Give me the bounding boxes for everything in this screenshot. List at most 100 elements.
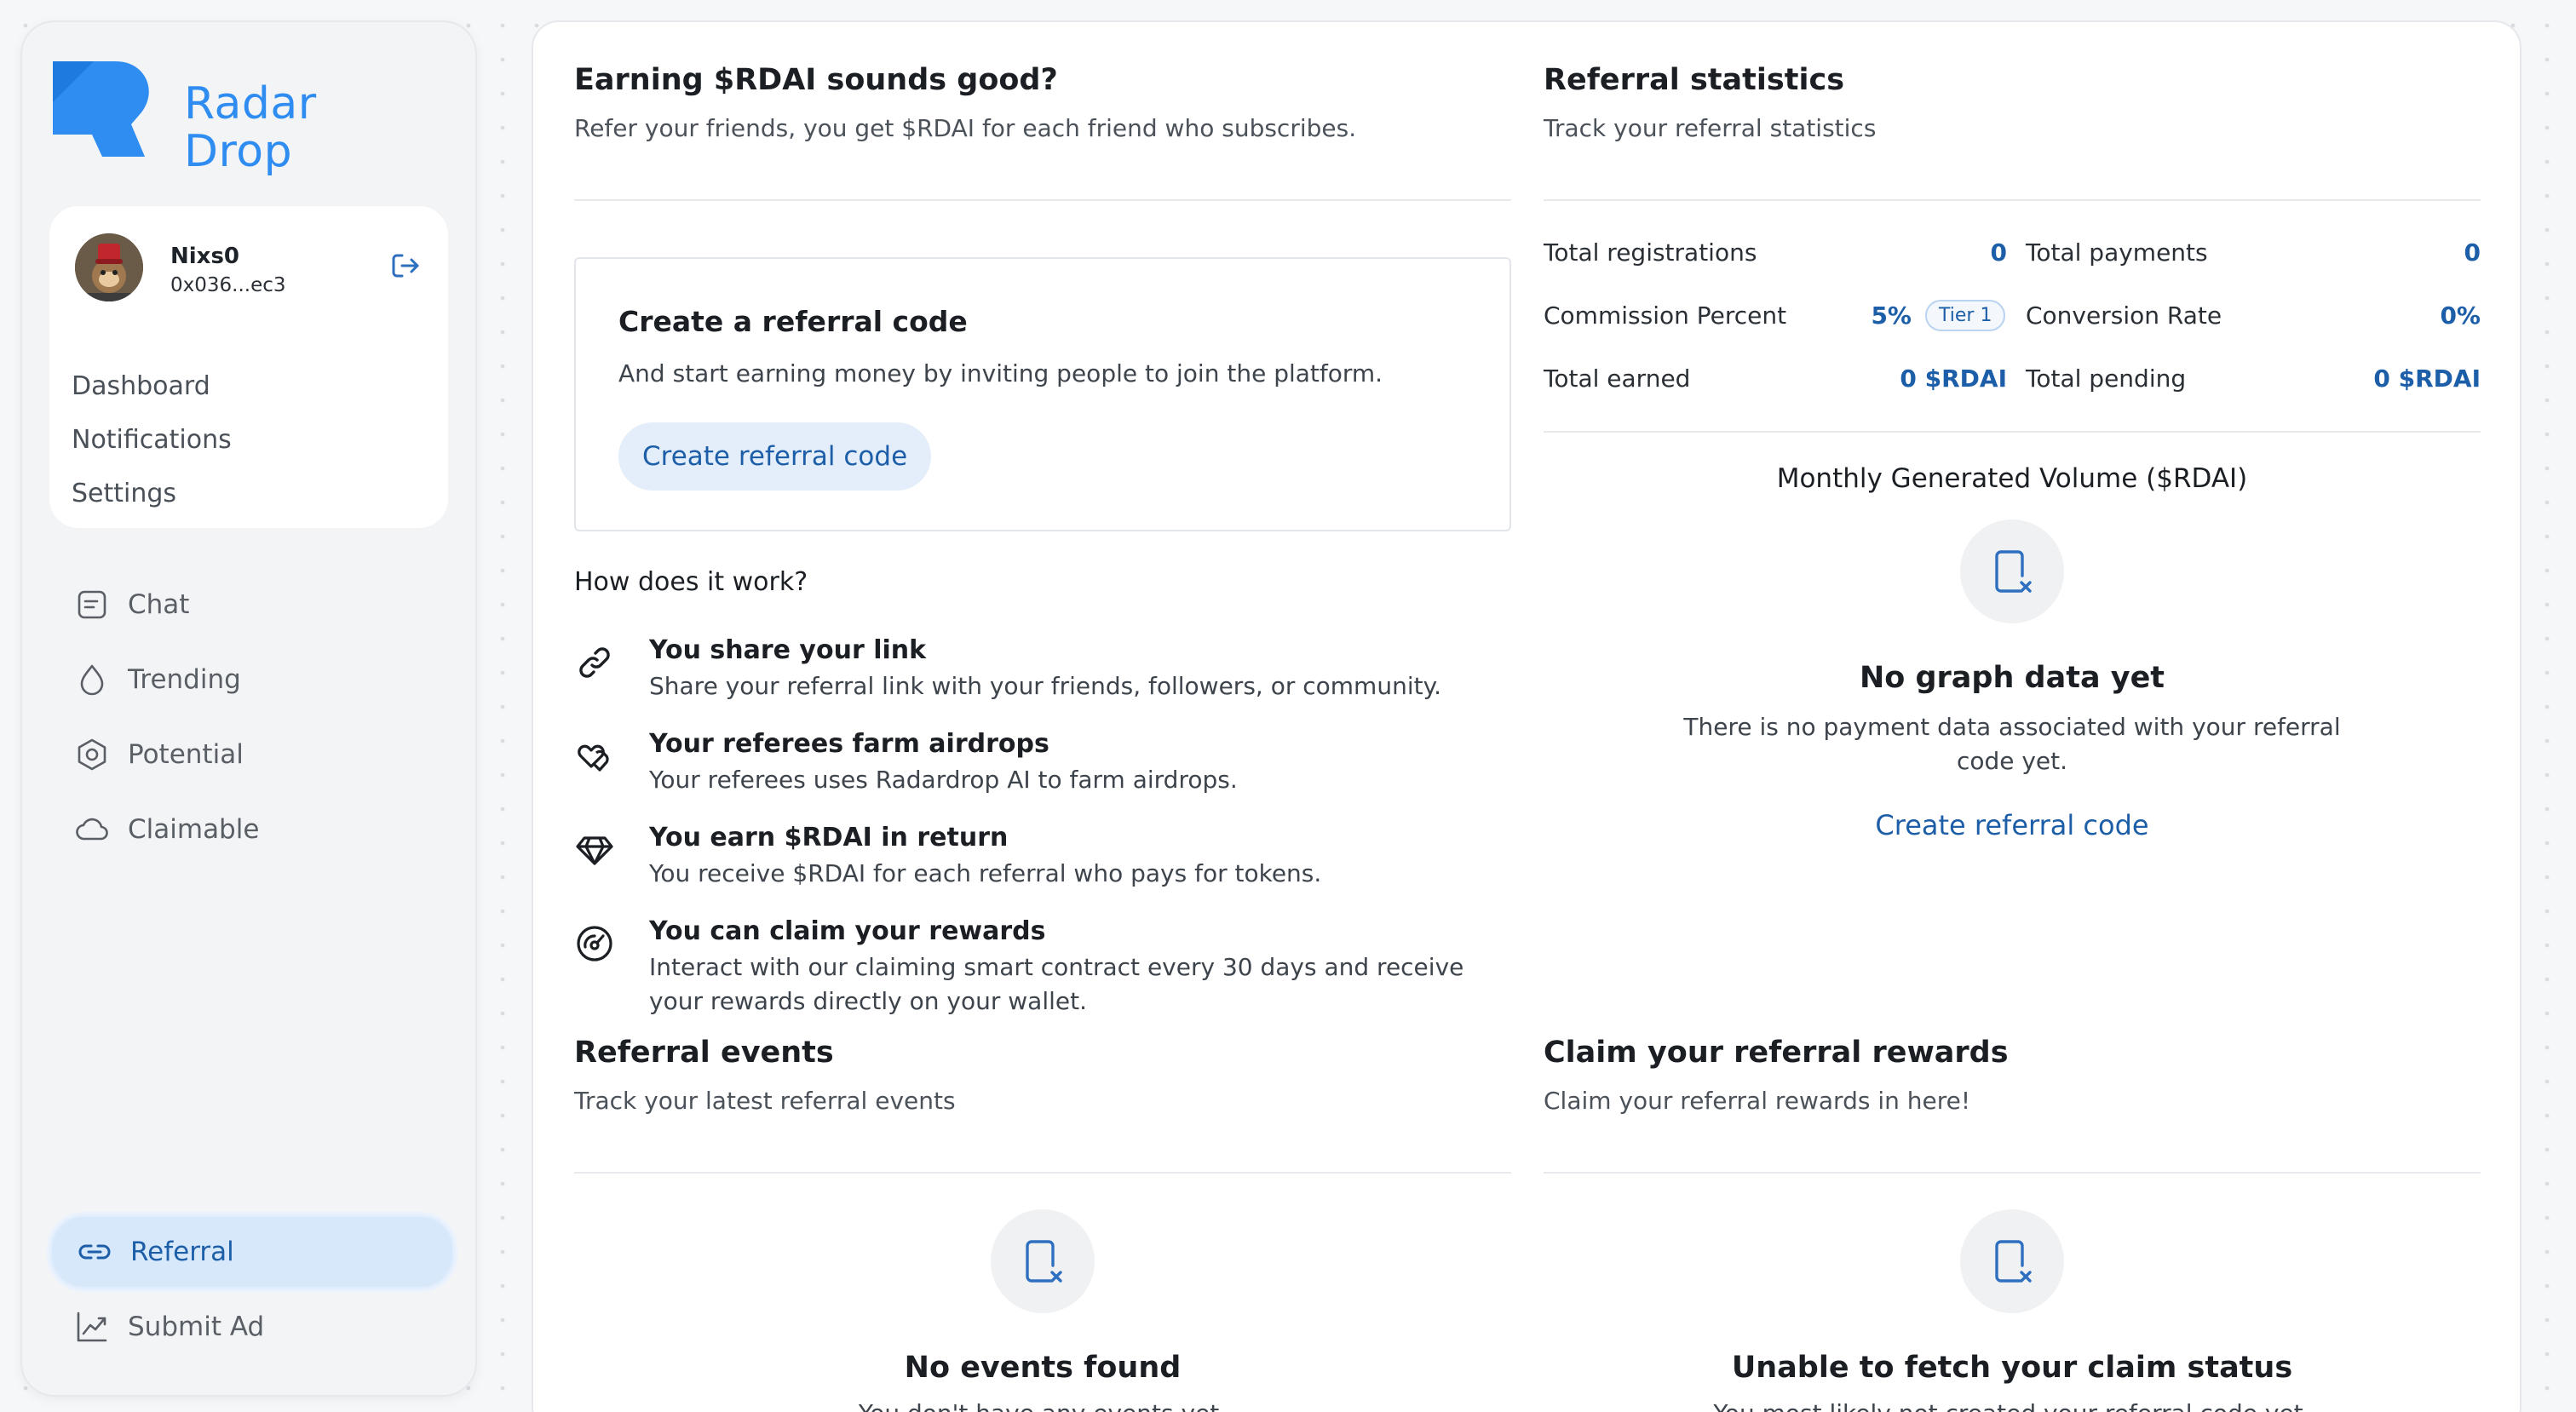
graph-title: Monthly Generated Volume ($RDAI) xyxy=(1776,463,2248,494)
divider xyxy=(1544,1172,2481,1174)
user-links: Dashboard Notifications Settings xyxy=(72,359,232,520)
stats-row-registrations: Total registrations 0 Total payments 0 xyxy=(1544,238,2481,273)
total-payments-value: 0 xyxy=(2464,238,2481,267)
brand-name-line2: Drop xyxy=(184,126,293,177)
create-referral-button[interactable]: Create referral code xyxy=(618,422,932,491)
step-title: You can claim your rewards xyxy=(649,916,1046,946)
graph-empty-text: There is no payment data associated with… xyxy=(1683,713,2341,775)
create-referral-link[interactable]: Create referral code xyxy=(1544,809,2481,841)
step-title: You earn $RDAI in return xyxy=(649,823,1009,852)
hearts-icon xyxy=(578,744,609,772)
create-referral-title: Create a referral code xyxy=(618,305,968,338)
events-empty-text: You don't have any events yet. xyxy=(574,1397,1511,1412)
link-notifications[interactable]: Notifications xyxy=(72,413,232,467)
earning-section: Earning $RDAI sounds good? Refer your fr… xyxy=(574,63,1511,1015)
user-name: Nixs0 xyxy=(170,244,240,269)
radardrop-logo-icon xyxy=(53,61,149,157)
claim-empty-title: Unable to fetch your claim status xyxy=(1731,1351,2293,1385)
conversion-value: 0% xyxy=(2440,301,2481,330)
flame-icon xyxy=(80,664,104,696)
link-icon xyxy=(78,1244,111,1260)
chat-icon xyxy=(78,590,106,619)
events-subtitle: Track your latest referral events xyxy=(574,1087,956,1115)
earning-title: Earning $RDAI sounds good? xyxy=(574,63,1058,97)
chart-up-icon xyxy=(77,1312,107,1342)
gauge-icon xyxy=(577,926,612,961)
earning-subtitle: Refer your friends, you get $RDAI for ea… xyxy=(574,114,1357,142)
brand[interactable]: Radar Drop xyxy=(49,56,317,175)
create-referral-desc: And start earning money by inviting peop… xyxy=(618,359,1383,387)
bottom-nav: Referral Submit Ad xyxy=(49,1214,455,1364)
divider xyxy=(574,199,1511,201)
file-x-icon xyxy=(1026,1240,1062,1283)
total-pending-label: Total pending xyxy=(2026,364,2187,393)
claim-empty-text: You most likely not created your referra… xyxy=(1544,1397,2481,1412)
file-x-icon xyxy=(1995,550,2032,593)
stats-title: Referral statistics xyxy=(1544,63,1845,97)
conversion-label: Conversion Rate xyxy=(2026,301,2222,330)
user-card: Nixs0 0x036...ec3 Dashboard Notification… xyxy=(49,206,448,528)
sidebar: Radar Drop Nixs0 0x036...ec3 Dashboard N… xyxy=(20,20,477,1397)
nav-label-trending: Trending xyxy=(128,664,241,695)
wallet-address: 0x036...ec3 xyxy=(170,274,286,296)
stats-row-commission: Commission Percent 5% Tier 1 Conversion … xyxy=(1544,300,2481,336)
main-nav: Chat Trending Potential Claimable xyxy=(49,567,448,867)
nav-label-chat: Chat xyxy=(128,589,190,620)
nav-item-submit-ad[interactable]: Submit Ad xyxy=(49,1289,455,1364)
stats-subtitle: Track your referral statistics xyxy=(1544,114,1877,142)
main-panel: Earning $RDAI sounds good? Refer your fr… xyxy=(532,20,2521,1412)
nav-label-submit-ad: Submit Ad xyxy=(128,1312,265,1342)
nav-item-referral[interactable]: Referral xyxy=(49,1214,455,1289)
link-icon xyxy=(579,647,610,678)
step-desc: Your referees uses Radardrop AI to farm … xyxy=(649,766,1238,794)
total-pending-value: 0 $RDAI xyxy=(2373,364,2481,393)
commission-value: 5% xyxy=(1871,301,1912,330)
link-dashboard[interactable]: Dashboard xyxy=(72,359,232,413)
nav-label-potential: Potential xyxy=(128,739,244,770)
divider xyxy=(1544,199,2481,201)
graph-empty-state: Monthly Generated Volume ($RDAI) No grap… xyxy=(1544,463,2481,841)
total-payments-label: Total payments xyxy=(2026,238,2208,267)
divider xyxy=(1544,431,2481,433)
how-it-works-title: How does it work? xyxy=(574,567,808,597)
cloud-icon xyxy=(76,818,108,841)
nav-label-claimable: Claimable xyxy=(128,814,260,845)
empty-icon-circle xyxy=(991,1209,1095,1313)
avatar[interactable] xyxy=(75,233,143,301)
nav-item-trending[interactable]: Trending xyxy=(49,642,448,717)
total-registrations-label: Total registrations xyxy=(1544,238,1757,267)
link-settings[interactable]: Settings xyxy=(72,467,232,520)
commission-label: Commission Percent xyxy=(1544,301,1787,330)
total-earned-value: 0 $RDAI xyxy=(1900,364,2007,393)
step-desc: Share your referral link with your frien… xyxy=(649,672,1442,700)
claim-title: Claim your referral rewards xyxy=(1544,1036,2009,1070)
events-title: Referral events xyxy=(574,1036,834,1070)
claim-empty-state: Unable to fetch your claim status You mo… xyxy=(1544,1209,2481,1412)
nav-label-referral: Referral xyxy=(130,1237,234,1267)
step-title: You share your link xyxy=(649,635,927,665)
events-empty-state: No events found You don't have any event… xyxy=(574,1209,1511,1412)
graph-empty-title: No graph data yet xyxy=(1859,661,2165,695)
tier-badge: Tier 1 xyxy=(1925,300,2006,331)
step-desc: You receive $RDAI for each referral who … xyxy=(649,859,1322,887)
empty-icon-circle xyxy=(1960,1209,2064,1313)
claim-section: Claim your referral rewards Claim your r… xyxy=(1544,1036,2481,1412)
brand-name-line1: Radar xyxy=(184,78,317,129)
target-icon xyxy=(78,738,106,771)
events-empty-title: No events found xyxy=(904,1351,1182,1385)
nav-item-potential[interactable]: Potential xyxy=(49,717,448,792)
file-x-icon xyxy=(1995,1240,2032,1283)
diamond-icon xyxy=(576,836,613,865)
step-title: Your referees farm airdrops xyxy=(649,729,1049,759)
stats-section: Referral statistics Track your referral … xyxy=(1544,63,2481,864)
total-registrations-value: 0 xyxy=(1990,238,2007,267)
total-earned-label: Total earned xyxy=(1544,364,1691,393)
logout-icon[interactable] xyxy=(388,249,423,283)
step-desc: Interact with our claiming smart contrac… xyxy=(649,953,1464,1015)
create-referral-card: Create a referral code And start earning… xyxy=(574,257,1511,531)
claim-subtitle: Claim your referral rewards in here! xyxy=(1544,1087,1971,1115)
events-section: Referral events Track your latest referr… xyxy=(574,1036,1511,1412)
nav-item-claimable[interactable]: Claimable xyxy=(49,792,448,867)
nav-item-chat[interactable]: Chat xyxy=(49,567,448,642)
divider xyxy=(574,1172,1511,1174)
